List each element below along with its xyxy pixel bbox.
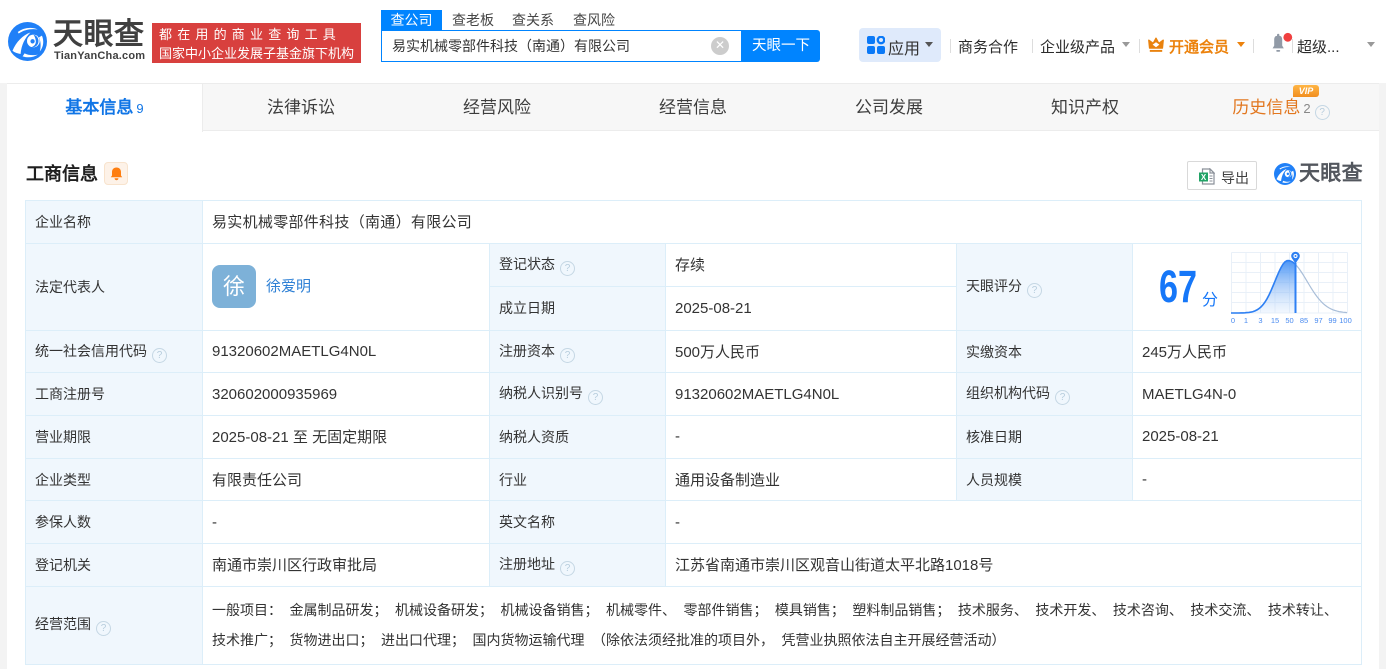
svg-text:99: 99 — [1328, 316, 1336, 325]
svg-text:50: 50 — [1285, 316, 1293, 325]
svg-text:0: 0 — [1231, 316, 1235, 325]
svg-text:97: 97 — [1314, 316, 1322, 325]
svg-text:85: 85 — [1300, 316, 1308, 325]
svg-text:3: 3 — [1258, 316, 1262, 325]
svg-text:15: 15 — [1271, 316, 1279, 325]
svg-text:X: X — [1201, 173, 1207, 182]
svg-text:1: 1 — [1244, 316, 1248, 325]
svg-text:100: 100 — [1339, 316, 1352, 325]
